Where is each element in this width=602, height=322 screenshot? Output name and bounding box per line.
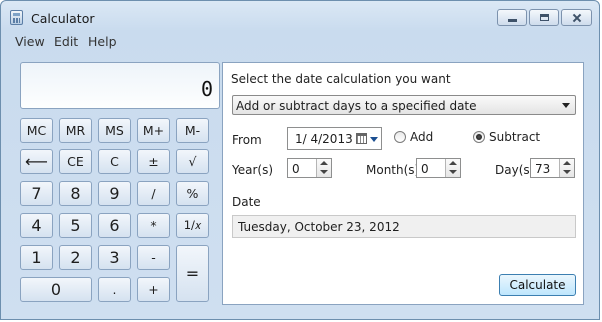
multiply-button[interactable]: *: [137, 213, 170, 238]
calculator-window: Calculator View Edit Help 0 MC MR MS M+ …: [0, 0, 600, 320]
calculation-mode-dropdown[interactable]: Add or subtract days to a specified date: [232, 95, 576, 115]
minimize-button[interactable]: [497, 9, 527, 26]
digit-1-button[interactable]: 1: [20, 245, 53, 270]
digit-5-button[interactable]: 5: [59, 213, 92, 238]
months-label: Month(s): [366, 163, 420, 177]
digit-6-button[interactable]: 6: [98, 213, 131, 238]
date-calculation-panel: Select the date calculation you want Add…: [222, 62, 584, 305]
memory-add-button[interactable]: M+: [137, 118, 170, 143]
digit-8-button[interactable]: 8: [59, 181, 92, 206]
digit-3-button[interactable]: 3: [98, 245, 131, 270]
backspace-button[interactable]: ⟵: [20, 149, 53, 174]
days-spin-buttons[interactable]: [559, 159, 574, 177]
days-spinner[interactable]: 73: [530, 158, 575, 178]
memory-subtract-button[interactable]: M-: [176, 118, 209, 143]
digit-0-button[interactable]: 0: [20, 277, 92, 302]
days-label: Day(s): [495, 163, 535, 177]
date-calc-heading: Select the date calculation you want: [231, 72, 451, 86]
memory-recall-button[interactable]: MR: [59, 118, 92, 143]
percent-button[interactable]: %: [176, 181, 209, 206]
reciprocal-button[interactable]: 1/𝑥: [176, 213, 209, 238]
menu-help[interactable]: Help: [88, 34, 117, 49]
calculator-icon: [10, 10, 23, 25]
subtract-radio-label[interactable]: Subtract: [489, 130, 540, 144]
add-radio-label[interactable]: Add: [410, 130, 433, 144]
subtract-radio[interactable]: [473, 131, 485, 143]
close-button[interactable]: [561, 9, 592, 26]
add-radio[interactable]: [394, 131, 406, 143]
clear-button[interactable]: C: [98, 149, 131, 174]
memory-clear-button[interactable]: MC: [20, 118, 53, 143]
calculator-display: 0: [20, 62, 220, 109]
decimal-button[interactable]: .: [98, 277, 131, 302]
result-value: Tuesday, October 23, 2012: [238, 220, 400, 234]
clear-entry-button[interactable]: CE: [59, 149, 92, 174]
months-spin-buttons[interactable]: [445, 159, 460, 177]
from-date-picker[interactable]: 1/ 4/2013: [287, 127, 382, 150]
digit-4-button[interactable]: 4: [20, 213, 53, 238]
maximize-button[interactable]: [529, 9, 559, 26]
client-area: 0 MC MR MS M+ M- ⟵ CE C ± √ 7 8 9 / % 4 …: [10, 51, 592, 314]
result-label: Date: [232, 195, 261, 209]
years-spin-buttons[interactable]: [316, 159, 331, 177]
digit-7-button[interactable]: 7: [20, 181, 53, 206]
calculate-button[interactable]: Calculate: [499, 274, 576, 296]
years-spinner[interactable]: 0: [287, 158, 332, 178]
days-value: 73: [535, 162, 551, 176]
equals-button[interactable]: =: [176, 245, 209, 302]
calculation-mode-value: Add or subtract days to a specified date: [236, 99, 477, 113]
square-root-button[interactable]: √: [176, 149, 209, 174]
calendar-icon[interactable]: [356, 133, 367, 144]
menu-edit[interactable]: Edit: [54, 34, 78, 49]
months-value: 0: [421, 162, 429, 176]
from-label: From: [232, 133, 262, 147]
from-date-value: 1/ 4/2013: [295, 132, 353, 146]
years-value: 0: [292, 162, 300, 176]
months-spinner[interactable]: 0: [416, 158, 461, 178]
menu-bar: View Edit Help: [2, 33, 600, 50]
display-value: 0: [200, 77, 213, 101]
subtract-button[interactable]: -: [137, 245, 170, 270]
menu-view[interactable]: View: [15, 34, 45, 49]
digit-9-button[interactable]: 9: [98, 181, 131, 206]
memory-store-button[interactable]: MS: [98, 118, 131, 143]
add-button[interactable]: +: [137, 277, 170, 302]
years-label: Year(s): [232, 163, 274, 177]
window-title: Calculator: [31, 11, 95, 26]
chevron-down-icon: [562, 103, 570, 108]
result-field: Tuesday, October 23, 2012: [232, 215, 576, 238]
digit-2-button[interactable]: 2: [59, 245, 92, 270]
calendar-dropdown-icon[interactable]: [370, 137, 378, 142]
title-bar[interactable]: Calculator: [1, 1, 599, 33]
negate-button[interactable]: ±: [137, 149, 170, 174]
divide-button[interactable]: /: [137, 181, 170, 206]
